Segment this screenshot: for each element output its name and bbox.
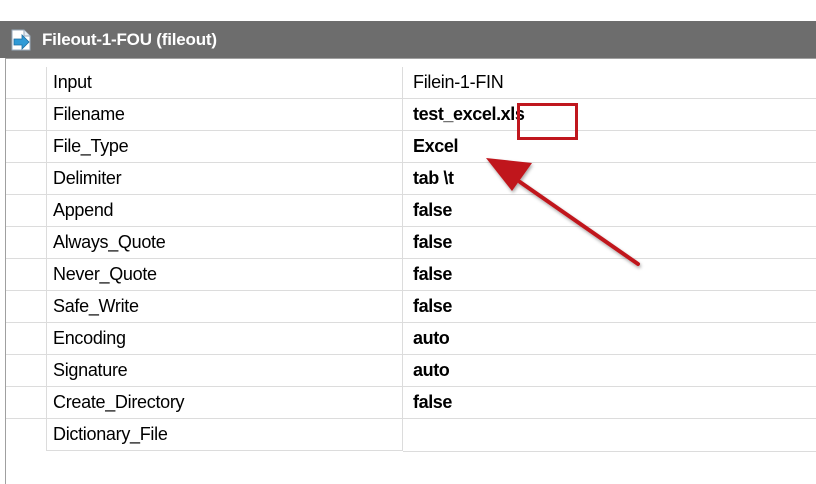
property-value[interactable]: false bbox=[403, 291, 816, 322]
property-value[interactable]: Excel bbox=[403, 131, 816, 162]
property-row-safe-write[interactable]: Safe_Write false bbox=[6, 291, 816, 323]
property-grid: Input Filein-1-FIN Filename test_excel.x… bbox=[5, 58, 816, 484]
property-value[interactable]: auto bbox=[403, 355, 816, 386]
property-name: Delimiter bbox=[46, 163, 403, 194]
property-name: Safe_Write bbox=[46, 291, 403, 322]
property-rows: Input Filein-1-FIN Filename test_excel.x… bbox=[6, 67, 816, 452]
property-name: Filename bbox=[46, 99, 403, 130]
property-name: Append bbox=[46, 195, 403, 226]
property-row-append[interactable]: Append false bbox=[6, 195, 816, 227]
property-row-never-quote[interactable]: Never_Quote false bbox=[6, 259, 816, 291]
property-name: Input bbox=[46, 67, 403, 98]
property-value[interactable]: test_excel.xls bbox=[403, 99, 816, 130]
property-panel-header: Fileout-1-FOU (fileout) bbox=[0, 21, 816, 58]
property-row-create-directory[interactable]: Create_Directory false bbox=[6, 387, 816, 419]
property-value[interactable]: tab \t bbox=[403, 163, 816, 194]
property-name: Signature bbox=[46, 355, 403, 386]
property-value[interactable]: auto bbox=[403, 323, 816, 354]
property-row-delimiter[interactable]: Delimiter tab \t bbox=[6, 163, 816, 195]
property-row-encoding[interactable]: Encoding auto bbox=[6, 323, 816, 355]
property-value[interactable]: false bbox=[403, 227, 816, 258]
property-row-always-quote[interactable]: Always_Quote false bbox=[6, 227, 816, 259]
property-name: Always_Quote bbox=[46, 227, 403, 258]
property-value[interactable] bbox=[403, 419, 816, 452]
property-name: Never_Quote bbox=[46, 259, 403, 290]
property-value[interactable]: Filein-1-FIN bbox=[403, 67, 816, 98]
property-row-signature[interactable]: Signature auto bbox=[6, 355, 816, 387]
property-name: File_Type bbox=[46, 131, 403, 162]
property-value[interactable]: false bbox=[403, 195, 816, 226]
property-row-file-type[interactable]: File_Type Excel bbox=[6, 131, 816, 163]
property-name: Dictionary_File bbox=[46, 419, 403, 451]
extension-highlight-box bbox=[517, 103, 578, 140]
file-output-arrow-icon bbox=[11, 29, 31, 50]
property-name: Encoding bbox=[46, 323, 403, 354]
property-value[interactable]: false bbox=[403, 387, 816, 418]
property-value[interactable]: false bbox=[403, 259, 816, 290]
property-row-filename[interactable]: Filename test_excel.xls bbox=[6, 99, 816, 131]
property-row-input[interactable]: Input Filein-1-FIN bbox=[6, 67, 816, 99]
panel-title: Fileout-1-FOU (fileout) bbox=[42, 29, 217, 49]
property-name: Create_Directory bbox=[46, 387, 403, 418]
property-row-dictionary-file[interactable]: Dictionary_File bbox=[6, 419, 816, 452]
